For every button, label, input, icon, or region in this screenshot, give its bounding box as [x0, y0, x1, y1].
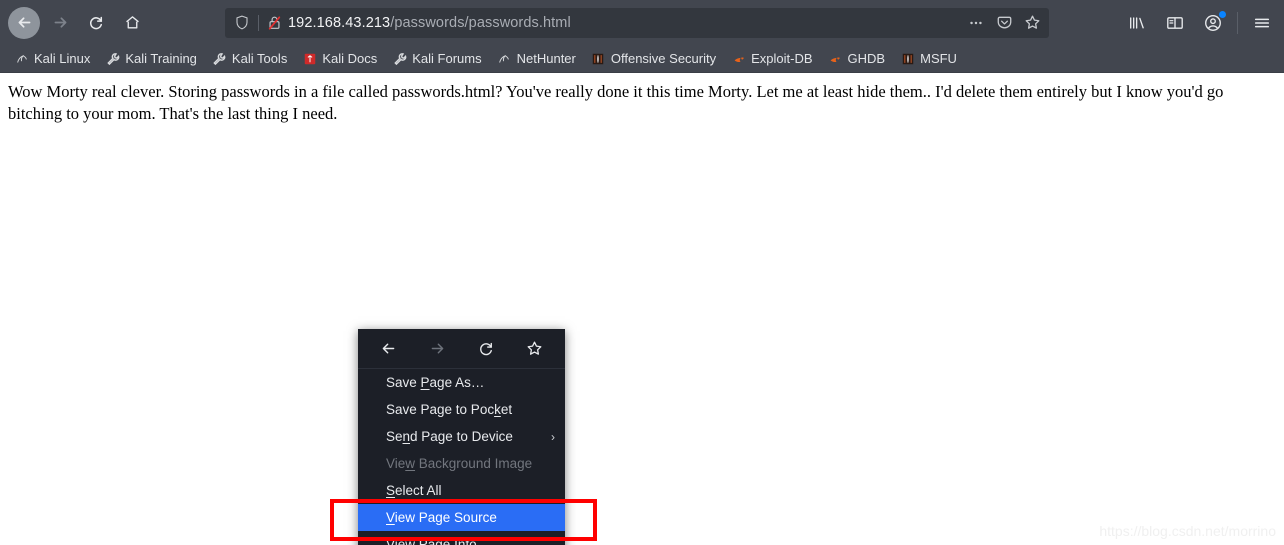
- bookmark-exploit-db[interactable]: Exploit-DB: [725, 49, 818, 68]
- ctx-reload-icon[interactable]: [469, 335, 503, 363]
- bookmark-label: Kali Tools: [231, 51, 288, 66]
- bookmarks-bar: Kali Linux Kali Training Kali Tools Kali…: [0, 45, 1284, 73]
- bookmark-label: Kali Docs: [322, 51, 378, 66]
- pocket-icon[interactable]: [991, 10, 1017, 36]
- exploitdb-flame-icon: [731, 51, 746, 66]
- offsec-icon: [900, 51, 915, 66]
- bookmark-msfu[interactable]: MSFU: [894, 49, 963, 68]
- bookmark-kali-docs[interactable]: Kali Docs: [296, 49, 383, 68]
- bookmark-label: Kali Linux: [34, 51, 91, 66]
- url-path: /passwords/passwords.html: [390, 14, 571, 31]
- bookmark-star-icon[interactable]: [1019, 10, 1045, 36]
- account-avatar-icon[interactable]: [1199, 9, 1227, 37]
- menu-item-view-page-info[interactable]: View Page Info: [358, 531, 565, 545]
- bookmark-kali-linux[interactable]: Kali Linux: [8, 49, 96, 68]
- home-icon: [124, 14, 141, 31]
- ctx-forward-icon: [420, 335, 454, 363]
- menu-item-save-page-to-pocket[interactable]: Save Page to Pocket: [358, 396, 565, 423]
- menu-item-select-all[interactable]: Select All: [358, 477, 565, 504]
- bookmark-ghdb[interactable]: GHDB: [822, 49, 892, 68]
- wrench-icon: [392, 51, 407, 66]
- lock-crossed-insecure-icon[interactable]: [264, 15, 284, 31]
- toolbar-divider: [1237, 11, 1238, 34]
- context-menu-icon-row: [358, 329, 565, 369]
- sidebar-icon[interactable]: [1161, 9, 1189, 37]
- bookmark-kali-tools[interactable]: Kali Tools: [206, 49, 293, 68]
- toolbar-right-icons: [1123, 9, 1276, 37]
- wrench-icon: [105, 51, 120, 66]
- menu-item-send-page-to-device[interactable]: Send Page to Device ›: [358, 423, 565, 450]
- exploitdb-flame-icon: [828, 51, 843, 66]
- forward-button[interactable]: [44, 7, 76, 39]
- reload-button[interactable]: [80, 7, 112, 39]
- url-divider: [258, 14, 259, 31]
- menu-item-label: Save Page to Pocket: [386, 402, 513, 417]
- bookmark-label: Kali Training: [125, 51, 197, 66]
- red-book-icon: [302, 51, 317, 66]
- bookmark-offensive-security[interactable]: Offensive Security: [585, 49, 722, 68]
- bookmark-label: Offensive Security: [610, 51, 717, 66]
- arrow-right-icon: [52, 14, 69, 31]
- url-host: 192.168.43.213: [288, 14, 391, 31]
- menu-item-label: Select All: [386, 483, 442, 498]
- bookmark-nethunter[interactable]: NetHunter: [491, 49, 582, 68]
- menu-item-label: View Page Info: [386, 537, 477, 545]
- page-viewport: Wow Morty real clever. Storing passwords…: [0, 73, 1284, 545]
- wrench-icon: [212, 51, 227, 66]
- offsec-icon: [591, 51, 606, 66]
- library-icon[interactable]: [1123, 9, 1151, 37]
- url-text[interactable]: 192.168.43.213/passwords/passwords.html: [288, 15, 571, 31]
- menu-item-save-page-as[interactable]: Save Page As…: [358, 369, 565, 396]
- menu-item-label: View Background Image: [386, 456, 533, 471]
- menu-item-label: View Page Source: [386, 510, 497, 525]
- ctx-back-icon[interactable]: [371, 335, 405, 363]
- back-button[interactable]: [8, 6, 40, 39]
- shield-icon[interactable]: [231, 15, 253, 30]
- kali-dragon-icon: [14, 51, 29, 66]
- bookmark-kali-forums[interactable]: Kali Forums: [386, 49, 487, 68]
- arrow-left-icon: [16, 14, 33, 31]
- menu-item-label: Save Page As…: [386, 375, 485, 390]
- ctx-bookmark-icon[interactable]: [518, 335, 552, 363]
- bookmark-label: MSFU: [920, 51, 957, 66]
- url-bar[interactable]: 192.168.43.213/passwords/passwords.html: [225, 7, 1049, 38]
- account-notification-badge: [1219, 10, 1226, 18]
- menu-item-label: Send Page to Device: [386, 429, 513, 444]
- app-menu-icon[interactable]: [1248, 9, 1276, 37]
- bookmark-label: NetHunter: [516, 51, 576, 66]
- browser-toolbar: 192.168.43.213/passwords/passwords.html: [0, 0, 1284, 45]
- chevron-right-icon: ›: [551, 429, 555, 444]
- context-menu: Save Page As… Save Page to Pocket Send P…: [358, 329, 565, 545]
- page-actions-icon[interactable]: [963, 10, 989, 36]
- menu-item-view-background-image: View Background Image: [358, 450, 565, 477]
- home-button[interactable]: [116, 7, 148, 39]
- menu-item-view-page-source[interactable]: View Page Source: [358, 504, 565, 531]
- reload-icon: [88, 15, 104, 31]
- bookmark-label: Exploit-DB: [751, 51, 813, 66]
- page-body-text: Wow Morty real clever. Storing passwords…: [8, 82, 1224, 124]
- bookmark-kali-training[interactable]: Kali Training: [99, 49, 203, 68]
- kali-dragon-icon: [497, 51, 512, 66]
- watermark: https://blog.csdn.net/morrino: [1099, 523, 1276, 539]
- bookmark-label: Kali Forums: [412, 51, 482, 66]
- bookmark-label: GHDB: [847, 51, 886, 66]
- url-bar-actions: [963, 10, 1045, 36]
